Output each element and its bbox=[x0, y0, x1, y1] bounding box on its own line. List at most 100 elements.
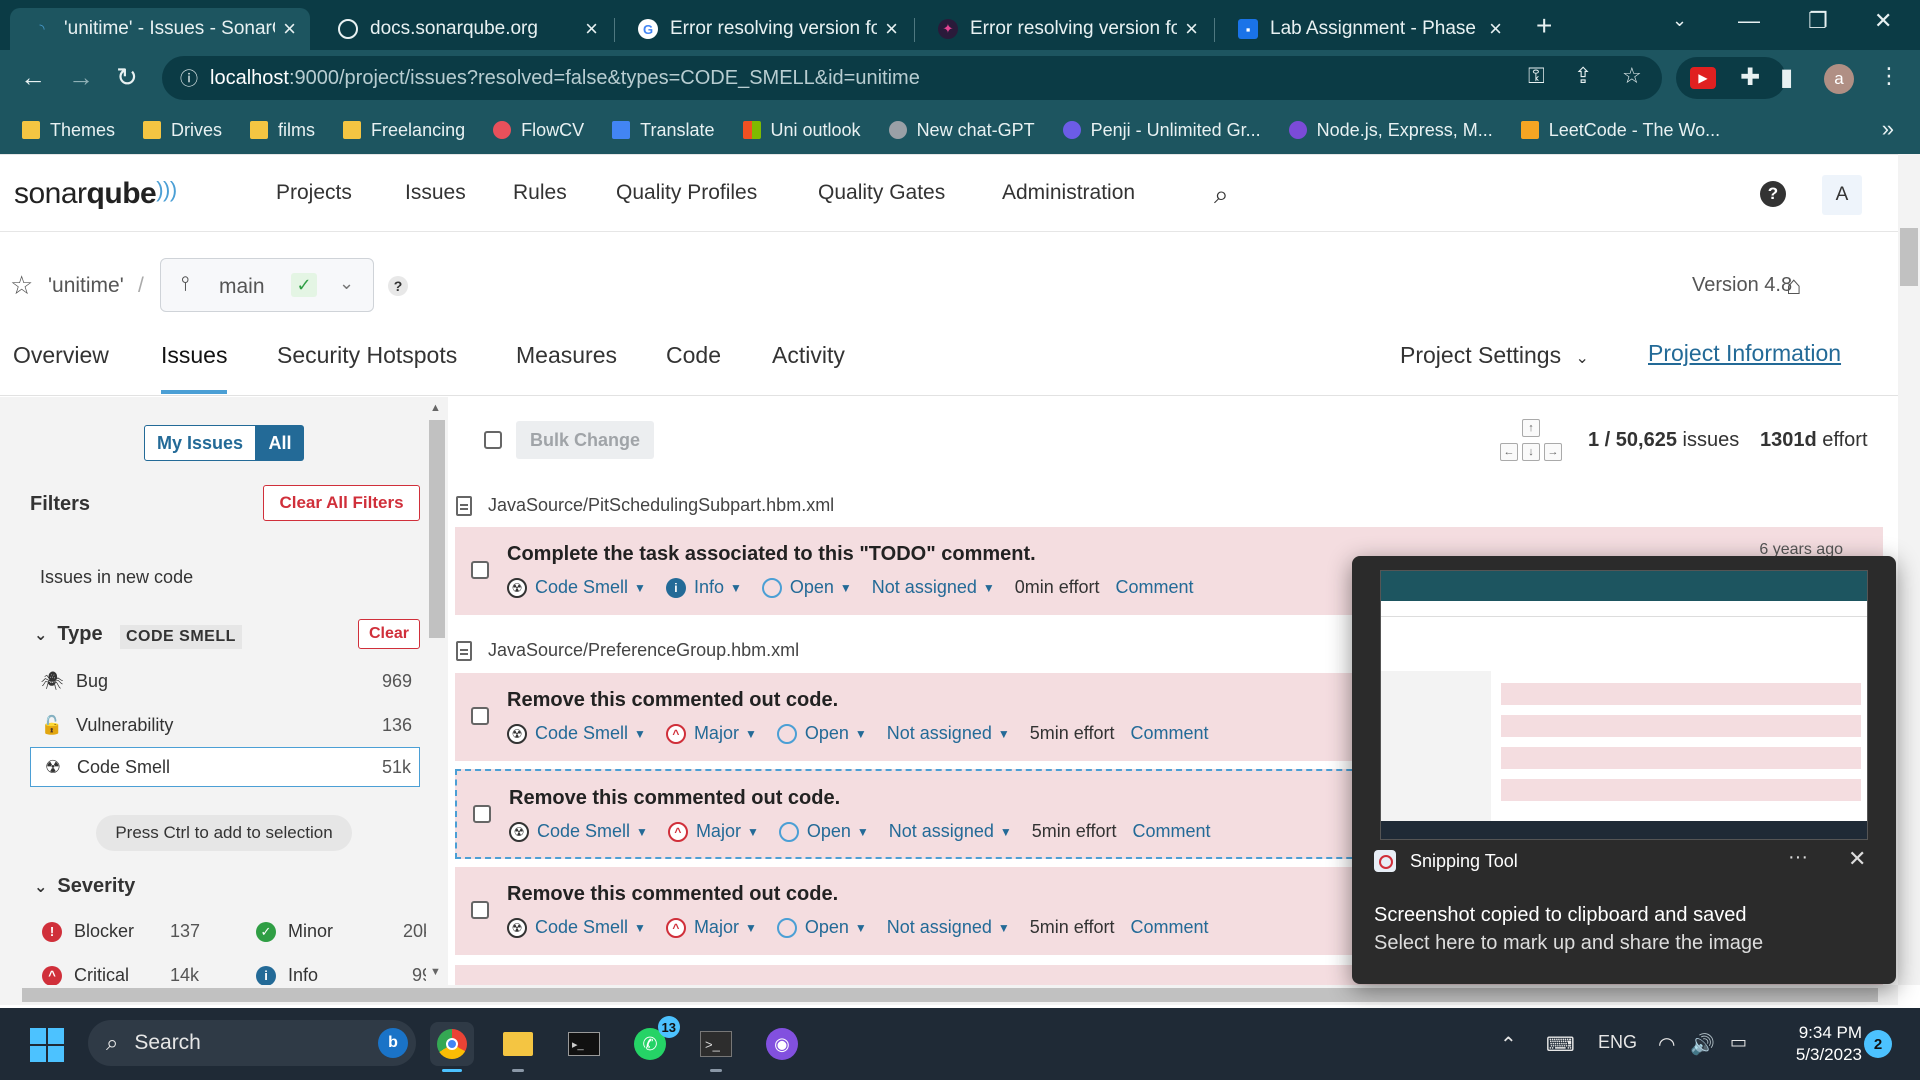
windows-start-icon[interactable] bbox=[30, 1028, 64, 1062]
issue-checkbox[interactable] bbox=[471, 561, 489, 579]
chrome-app-icon[interactable] bbox=[430, 1022, 474, 1072]
profile-avatar[interactable]: a bbox=[1824, 64, 1854, 94]
issue-checkbox[interactable] bbox=[471, 901, 489, 919]
system-clock[interactable]: 9:34 PM 5/3/2023 bbox=[1768, 1022, 1862, 1066]
forward-arrow-icon[interactable]: → bbox=[68, 62, 94, 93]
bookmark-flowcv[interactable]: FlowCV bbox=[493, 120, 584, 141]
bookmark-nodejs[interactable]: Node.js, Express, M... bbox=[1288, 120, 1493, 141]
video-extension-icon[interactable]: ▶ bbox=[1690, 67, 1716, 89]
taskbar-search[interactable]: ⌕ Search b bbox=[88, 1020, 416, 1066]
tab-measures[interactable]: Measures bbox=[516, 342, 617, 369]
favorite-star-icon[interactable]: ☆ bbox=[10, 270, 33, 301]
issue-severity-dropdown[interactable]: i Info ▼ bbox=[665, 577, 742, 598]
battery-icon[interactable]: ▭ bbox=[1730, 1032, 1747, 1053]
help-icon[interactable]: ? bbox=[1760, 181, 1786, 207]
bulk-change-button[interactable]: Bulk Change bbox=[516, 421, 654, 459]
issue-type-dropdown[interactable]: ☢ Code Smell ▼ bbox=[509, 821, 648, 842]
bookmark-star-icon[interactable]: ☆ bbox=[1622, 63, 1642, 89]
close-icon[interactable]: ✕ bbox=[1848, 846, 1866, 872]
severity-filter-info[interactable]: i Info 99 bbox=[256, 965, 432, 985]
issue-checkbox[interactable] bbox=[473, 805, 491, 823]
scroll-up-arrow-icon[interactable]: ▲ bbox=[430, 402, 441, 414]
bookmark-freelancing[interactable]: Freelancing bbox=[343, 120, 465, 141]
issue-type-dropdown[interactable]: ☢ Code Smell ▼ bbox=[507, 577, 646, 598]
severity-filter-critical[interactable]: ^ Critical 14k bbox=[42, 965, 218, 985]
language-indicator[interactable]: ENG bbox=[1598, 1032, 1637, 1053]
bookmark-chatgpt[interactable]: New chat-GPT bbox=[888, 120, 1035, 141]
snipping-tool-notification[interactable]: Snipping Tool ··· ✕ Screenshot copied to… bbox=[1352, 556, 1896, 984]
close-tab-icon[interactable]: × bbox=[1185, 16, 1198, 42]
nav-quality-profiles[interactable]: Quality Profiles bbox=[616, 181, 757, 205]
branch-help-icon[interactable]: ? bbox=[388, 276, 408, 296]
sidebar-scrollbar-thumb[interactable] bbox=[429, 420, 445, 638]
issue-severity-dropdown[interactable]: ^ Major ▼ bbox=[667, 821, 759, 842]
bookmark-drives[interactable]: Drives bbox=[143, 120, 222, 141]
browser-tab-lab-assignment[interactable]: ▪ Lab Assignment - Phase 1 × bbox=[1216, 8, 1516, 50]
scroll-down-arrow-icon[interactable]: ▼ bbox=[430, 966, 441, 978]
branch-selector[interactable]: ⫯ main ✓ ⌄ bbox=[160, 258, 374, 312]
issue-message[interactable]: Remove this commented out code. bbox=[507, 689, 838, 712]
site-info-icon[interactable]: ⓘ bbox=[180, 65, 198, 91]
address-bar[interactable]: ⓘ localhost:9000/project/issues?resolved… bbox=[162, 56, 1662, 100]
project-name[interactable]: 'unitime' bbox=[48, 274, 124, 298]
issue-status-dropdown[interactable]: Open ▼ bbox=[761, 577, 852, 598]
user-avatar[interactable]: A bbox=[1822, 175, 1862, 215]
reload-icon[interactable]: ↻ bbox=[116, 62, 138, 93]
issue-status-dropdown[interactable]: Open ▼ bbox=[778, 821, 869, 842]
issue-comment-link[interactable]: Comment bbox=[1130, 917, 1208, 938]
severity-filter-minor[interactable]: ✓ Minor 20k bbox=[256, 921, 432, 942]
bookmark-themes[interactable]: Themes bbox=[22, 120, 115, 141]
home-icon[interactable]: ⌂ bbox=[1786, 270, 1802, 301]
issue-comment-link[interactable]: Comment bbox=[1130, 723, 1208, 744]
issue-message[interactable]: Remove this commented out code. bbox=[509, 787, 840, 810]
horizontal-scrollbar-thumb[interactable] bbox=[22, 988, 1878, 1002]
issue-message[interactable]: Complete the task associated to this "TO… bbox=[507, 543, 1036, 566]
key-icon[interactable]: ⚿ bbox=[1528, 63, 1545, 89]
issue-type-dropdown[interactable]: ☢ Code Smell ▼ bbox=[507, 917, 646, 938]
issue-assignee-dropdown[interactable]: Not assigned ▼ bbox=[889, 821, 1012, 842]
issue-comment-link[interactable]: Comment bbox=[1132, 821, 1210, 842]
screenshot-thumbnail[interactable] bbox=[1380, 570, 1868, 840]
nav-issues[interactable]: Issues bbox=[405, 181, 466, 205]
nav-rules[interactable]: Rules bbox=[513, 181, 567, 205]
close-tab-icon[interactable]: × bbox=[283, 16, 296, 42]
severity-facet-header[interactable]: ⌄ Severity bbox=[34, 875, 135, 898]
close-tab-icon[interactable]: × bbox=[585, 16, 598, 42]
search-icon[interactable]: ⌕ bbox=[1214, 179, 1229, 211]
tab-activity[interactable]: Activity bbox=[772, 342, 845, 369]
issue-status-dropdown[interactable]: Open ▼ bbox=[776, 723, 867, 744]
extensions-puzzle-icon[interactable]: ✚ bbox=[1740, 63, 1760, 92]
select-all-checkbox[interactable] bbox=[484, 431, 502, 449]
type-clear-button[interactable]: Clear bbox=[358, 619, 420, 649]
wifi-icon[interactable]: ◠ bbox=[1658, 1032, 1675, 1057]
close-window-icon[interactable]: ✕ bbox=[1874, 8, 1892, 34]
issue-severity-dropdown[interactable]: ^ Major ▼ bbox=[665, 723, 757, 744]
terminal-app-icon[interactable]: ▸_ bbox=[562, 1022, 606, 1066]
tab-code[interactable]: Code bbox=[666, 342, 721, 369]
issue-assignee-dropdown[interactable]: Not assigned ▼ bbox=[872, 577, 995, 598]
file-header[interactable]: JavaSource/PreferenceGroup.hbm.xml bbox=[456, 640, 799, 661]
share-icon[interactable]: ⇪ bbox=[1574, 63, 1592, 89]
my-issues-button[interactable]: My Issues bbox=[144, 425, 256, 461]
type-filter-code-smell[interactable]: ☢ Code Smell 51k bbox=[30, 747, 420, 787]
tab-security-hotspots[interactable]: Security Hotspots bbox=[277, 342, 457, 369]
github-desktop-icon[interactable]: ◉ bbox=[760, 1022, 804, 1066]
all-issues-button[interactable]: All bbox=[256, 425, 304, 461]
file-explorer-icon[interactable] bbox=[496, 1022, 540, 1072]
volume-icon[interactable]: 🔊 bbox=[1690, 1032, 1715, 1057]
issue-message[interactable]: Remove this commented out code. bbox=[507, 883, 838, 906]
tab-issues[interactable]: Issues bbox=[161, 342, 227, 369]
tab-overview[interactable]: Overview bbox=[13, 342, 109, 369]
issue-status-dropdown[interactable]: Open ▼ bbox=[776, 917, 867, 938]
type-filter-vulnerability[interactable]: 🔓 Vulnerability 136 bbox=[30, 705, 420, 745]
clear-all-filters-button[interactable]: Clear All Filters bbox=[263, 485, 420, 521]
type-filter-bug[interactable]: 🕷 Bug 969 bbox=[30, 661, 420, 701]
issues-in-new-code-toggle[interactable]: Issues in new code bbox=[40, 567, 193, 588]
project-information-link[interactable]: Project Information bbox=[1648, 340, 1841, 367]
browser-tab-sonarqube-issues[interactable]: ◝ 'unitime' - Issues - SonarQ × bbox=[10, 8, 310, 50]
new-tab-button[interactable]: + bbox=[1536, 10, 1552, 42]
bookmark-translate[interactable]: Translate bbox=[612, 120, 715, 141]
notification-count-badge[interactable]: 2 bbox=[1864, 1030, 1892, 1058]
close-tab-icon[interactable]: × bbox=[1489, 16, 1502, 42]
severity-filter-blocker[interactable]: ! Blocker 137 bbox=[42, 921, 218, 942]
